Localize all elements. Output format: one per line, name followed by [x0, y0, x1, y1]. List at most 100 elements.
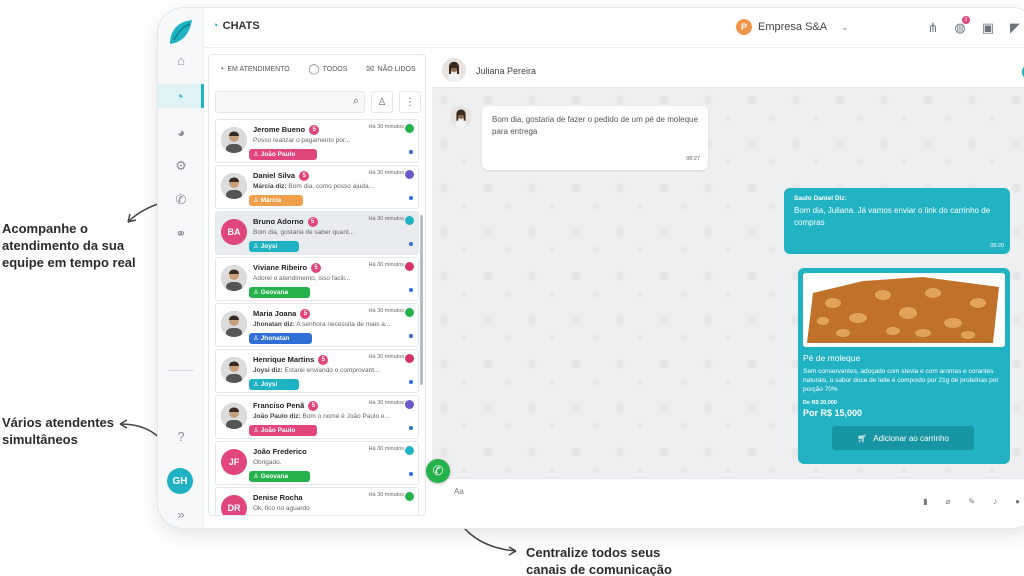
- incoming-message-time: 08:27: [686, 156, 700, 162]
- megaphone-icon[interactable]: ◤: [1010, 20, 1020, 36]
- chat-list-item[interactable]: JF João Frederico Há 30 minutos Obrigado. ♙ …: [215, 441, 419, 485]
- product-image: [803, 273, 1005, 347]
- chat-list-item[interactable]: Maria Joana 5 Há 30 minutos Jhonatan diz: A…: [215, 303, 419, 347]
- person-photo-icon: [221, 127, 247, 153]
- tab-em-atendimento[interactable]: ◔ EM ATENDIMENTO: [218, 64, 289, 75]
- status-dot: [409, 380, 413, 384]
- document-icon[interactable]: ▮: [923, 497, 927, 506]
- product-new-price: Por R$ 15,000: [803, 408, 863, 418]
- agent-name: Jhonatan: [260, 335, 290, 342]
- product-description: Sem conservantes, adoçado com stevia e c…: [803, 368, 999, 393]
- chat-time: Há 30 minutos: [368, 492, 404, 498]
- chat-preview-text: Estarei enviando o comprovant...: [284, 367, 380, 374]
- message-input[interactable]: Aa: [454, 487, 464, 496]
- search-icon: ⌕: [352, 95, 359, 107]
- incoming-message: Bom dia, gostaria de fazer o pedido de u…: [482, 106, 708, 170]
- outgoing-sender: Saulo Daniel Diz:: [794, 195, 847, 202]
- network-icon[interactable]: ⋔: [927, 20, 938, 36]
- chat-list-item[interactable]: BA Bruno Adorno 5 Há 30 minutos Bom dia, gos…: [215, 211, 419, 255]
- whatsapp-channel-icon: [405, 124, 414, 133]
- agent-name: João Paulo: [260, 427, 296, 434]
- settings-gear-icon[interactable]: ⚙: [158, 154, 204, 178]
- chat-contact-name: Franciso Penã 5: [253, 401, 319, 412]
- send-icon[interactable]: ●: [1015, 497, 1020, 506]
- topbar-icons: ⋔ ◍ 3 ▣ ◤: [927, 16, 1020, 36]
- chat-preview-text: Adorei o atendimento, isso facili...: [253, 275, 351, 282]
- gallery-icon[interactable]: ▣: [982, 20, 994, 36]
- home-icon[interactable]: ⌂: [158, 48, 204, 72]
- chat-contact-name: Henrique Martins 5: [253, 355, 329, 366]
- agent-filter-button[interactable]: ♙: [371, 91, 393, 113]
- chat-contact-name-text: João Frederico: [253, 447, 307, 456]
- tab-nao-lidos[interactable]: ✉ NÃO LIDOS: [366, 64, 416, 75]
- chats-icon[interactable]: ◔: [158, 84, 204, 108]
- chat-preview: Joysi diz: Estarei enviando o comprovant…: [253, 367, 403, 374]
- user-avatar[interactable]: GH: [167, 468, 193, 494]
- agent-user-icon: ♙: [253, 197, 261, 204]
- chat-contact-name: Viviane Ribeiro 5: [253, 263, 322, 274]
- pin-icon[interactable]: ✎: [968, 497, 975, 506]
- company-selector[interactable]: P Empresa S&A ⌄: [736, 19, 849, 35]
- more-options-button[interactable]: ⋮: [399, 91, 421, 113]
- agent-tag: ♙ João Paulo: [249, 425, 318, 436]
- chat-contact-name: Bruno Adorno 5: [253, 217, 318, 228]
- contact-avatar[interactable]: [442, 58, 466, 82]
- whatsapp-icon[interactable]: ✆: [426, 459, 450, 483]
- agent-name: Joysi: [260, 243, 278, 250]
- unread-count-badge: 5: [308, 401, 319, 412]
- agent-name: Geovana: [260, 289, 289, 296]
- integrations-icon[interactable]: ⚭: [158, 222, 204, 246]
- chat-avatar: [221, 357, 247, 383]
- chat-bubble-icon: ◯: [308, 63, 320, 75]
- unread-count-badge: 5: [318, 355, 329, 366]
- add-to-cart-button[interactable]: 🛒︎ Adicionar ao carrinho: [832, 426, 974, 450]
- chat-list-item[interactable]: Jerome Bueno 5 Há 30 minutos Posso realizar…: [215, 119, 419, 163]
- help-icon[interactable]: ?: [158, 424, 204, 448]
- chat-list-item[interactable]: Henrique Martins 5 Há 30 minutos Joysi diz:…: [215, 349, 419, 393]
- rail-divider: [168, 370, 194, 371]
- chat-list-item[interactable]: Viviane Ribeiro 5 Há 30 minutos Adorei o at…: [215, 257, 419, 301]
- chat-list-scrollbar[interactable]: [420, 215, 423, 385]
- agent-user-icon: ♙: [253, 381, 261, 388]
- search-row: ⌕ ♙ ⋮: [215, 91, 421, 113]
- phone-icon[interactable]: ✆: [158, 188, 204, 212]
- search-input[interactable]: ⌕: [215, 91, 365, 113]
- conversation-header: Juliana Pereira GH: [432, 54, 1024, 88]
- page-title: ◔ CHATS: [212, 20, 260, 32]
- chat-contact-name: Daniel Silva 5: [253, 171, 310, 182]
- chat-contact-name-text: Bruno Adorno: [253, 217, 304, 226]
- chat-preview-text: Bom o nome é João Paulo e...: [302, 413, 390, 420]
- messenger-channel-icon: [405, 170, 414, 179]
- unread-count-badge: 5: [307, 217, 318, 228]
- microphone-icon[interactable]: ♪: [993, 497, 997, 506]
- company-badge: P: [736, 19, 752, 35]
- expand-chevron-icon[interactable]: »: [158, 502, 204, 526]
- chat-time: Há 30 minutos: [368, 354, 404, 360]
- chat-list-item[interactable]: Franciso Penã 5 Há 30 minutos João Paulo di…: [215, 395, 419, 439]
- instagram-channel-icon: [405, 354, 414, 363]
- status-dot: [409, 334, 413, 338]
- chat-contact-name-text: Henrique Martins: [253, 355, 315, 364]
- person-photo-icon: [221, 357, 247, 383]
- notifications-globe-icon[interactable]: ◍ 3: [954, 16, 970, 36]
- product-name: Pé de moleque: [803, 353, 861, 363]
- unread-count-badge: 5: [309, 125, 320, 136]
- chat-list-item[interactable]: DR Denise Rocha Há 30 minutos Ok, fico no a…: [215, 487, 419, 515]
- chat-avatar: DR: [221, 495, 247, 515]
- chat-time: Há 30 minutos: [368, 400, 404, 406]
- chat-contact-name: Jerome Bueno 5: [253, 125, 320, 136]
- chat-channel-icon: [405, 446, 414, 455]
- kebab-menu-icon: ⋮: [405, 96, 415, 108]
- attach-icon[interactable]: ⌀: [946, 497, 951, 506]
- chat-list-item[interactable]: Daniel Silva 5 Há 30 minutos Márcia diz: Bo…: [215, 165, 419, 209]
- agent-user-icon: ♙: [253, 335, 261, 342]
- agent-tag: ♙ Jhonatan: [249, 333, 312, 344]
- unread-count-badge: 5: [311, 263, 322, 274]
- person-photo-icon: [221, 403, 247, 429]
- outgoing-message-time: 08:20: [990, 243, 1004, 249]
- chat-list: Jerome Bueno 5 Há 30 minutos Posso realizar…: [215, 119, 419, 515]
- reports-icon[interactable]: ◕: [158, 120, 204, 144]
- chat-preview-text: A senhora necessita de mais a...: [296, 321, 391, 328]
- tab-todos[interactable]: ◯ TODOS: [308, 64, 347, 75]
- tab-label: EM ATENDIMENTO: [227, 65, 290, 73]
